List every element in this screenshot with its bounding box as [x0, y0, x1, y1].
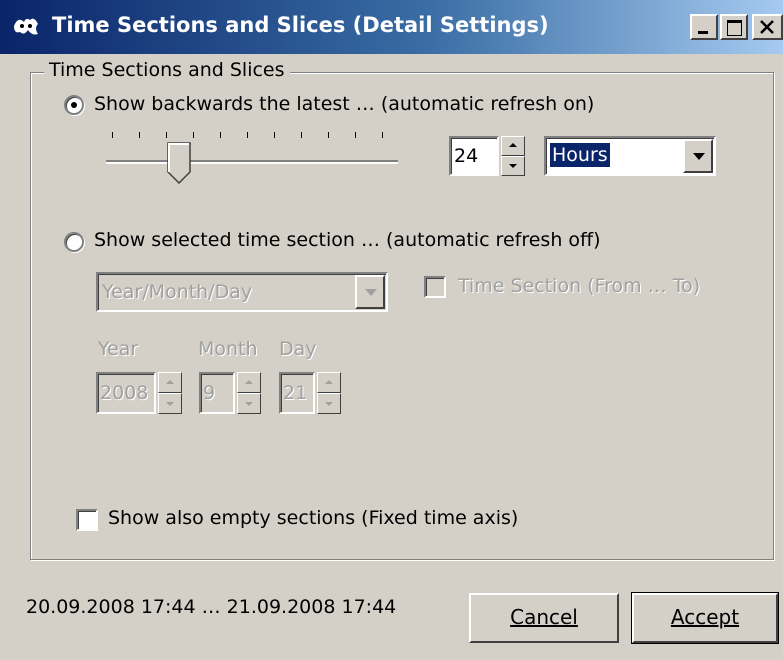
accept-label: Accept: [670, 605, 740, 629]
day-up-button[interactable]: [317, 372, 341, 393]
time-slider[interactable]: [104, 124, 400, 184]
unit-value: Hours: [550, 143, 610, 167]
cancel-button[interactable]: Cancel: [469, 593, 619, 643]
time-section-checkbox[interactable]: [424, 276, 446, 298]
minimize-icon: [698, 31, 708, 34]
empty-sections-checkbox[interactable]: [76, 509, 98, 531]
empty-sections-label[interactable]: Show also empty sections (Fixed time axi…: [108, 507, 518, 529]
day-spinner[interactable]: [317, 372, 341, 414]
year-spinner[interactable]: [158, 372, 182, 414]
minimize-button[interactable]: [690, 14, 718, 40]
month-up-button[interactable]: [237, 372, 261, 393]
amount-spinner[interactable]: [501, 136, 525, 176]
day-value: 21: [283, 382, 308, 404]
range-text: 20.09.2008 17:44 … 21.09.2008 17:44: [26, 596, 397, 618]
latest-radio-label[interactable]: Show backwards the latest … (automatic r…: [94, 93, 594, 115]
latest-radio[interactable]: [64, 95, 84, 115]
section-mode-value: Year/Month/Day: [102, 281, 253, 303]
chevron-down-icon: [365, 289, 377, 296]
unit-select[interactable]: Hours: [544, 136, 716, 176]
cancel-label: Cancel: [510, 605, 578, 629]
month-spinner[interactable]: [237, 372, 261, 414]
day-label: Day: [279, 338, 317, 360]
amount-down-button[interactable]: [501, 156, 525, 176]
month-label: Month: [198, 338, 258, 360]
month-input[interactable]: 9: [199, 372, 235, 414]
chevron-down-icon: [693, 153, 705, 160]
year-down-button[interactable]: [158, 393, 182, 414]
time-section-label[interactable]: Time Section (From … To): [458, 275, 700, 297]
section-mode-select[interactable]: Year/Month/Day: [96, 272, 388, 312]
slider-thumb[interactable]: [167, 142, 191, 184]
radio-dot: [71, 102, 77, 108]
amount-field[interactable]: [451, 138, 497, 174]
amount-input[interactable]: [449, 136, 499, 176]
close-button[interactable]: [752, 14, 783, 40]
unit-dropdown-button[interactable]: [683, 139, 713, 173]
group-label: Time Sections and Slices: [44, 59, 290, 81]
year-label: Year: [98, 338, 139, 360]
month-down-button[interactable]: [237, 393, 261, 414]
year-input[interactable]: 2008: [96, 372, 156, 414]
accept-button[interactable]: Accept: [631, 592, 779, 644]
maximize-button[interactable]: [720, 14, 748, 40]
section-mode-dropdown-button[interactable]: [355, 275, 385, 309]
month-value: 9: [203, 382, 216, 404]
maximize-icon: [727, 20, 742, 36]
section-radio-label[interactable]: Show selected time section … (automatic …: [94, 229, 601, 251]
day-down-button[interactable]: [317, 393, 341, 414]
slider-track: [106, 160, 398, 164]
section-radio[interactable]: [64, 232, 84, 252]
window-title: Time Sections and Slices (Detail Setting…: [52, 13, 549, 37]
close-icon: [760, 20, 774, 34]
app-icon: [14, 18, 38, 35]
year-up-button[interactable]: [158, 372, 182, 393]
amount-up-button[interactable]: [501, 136, 525, 156]
year-value: 2008: [100, 382, 149, 404]
day-input[interactable]: 21: [279, 372, 315, 414]
title-bar[interactable]: Time Sections and Slices (Detail Setting…: [0, 0, 783, 54]
